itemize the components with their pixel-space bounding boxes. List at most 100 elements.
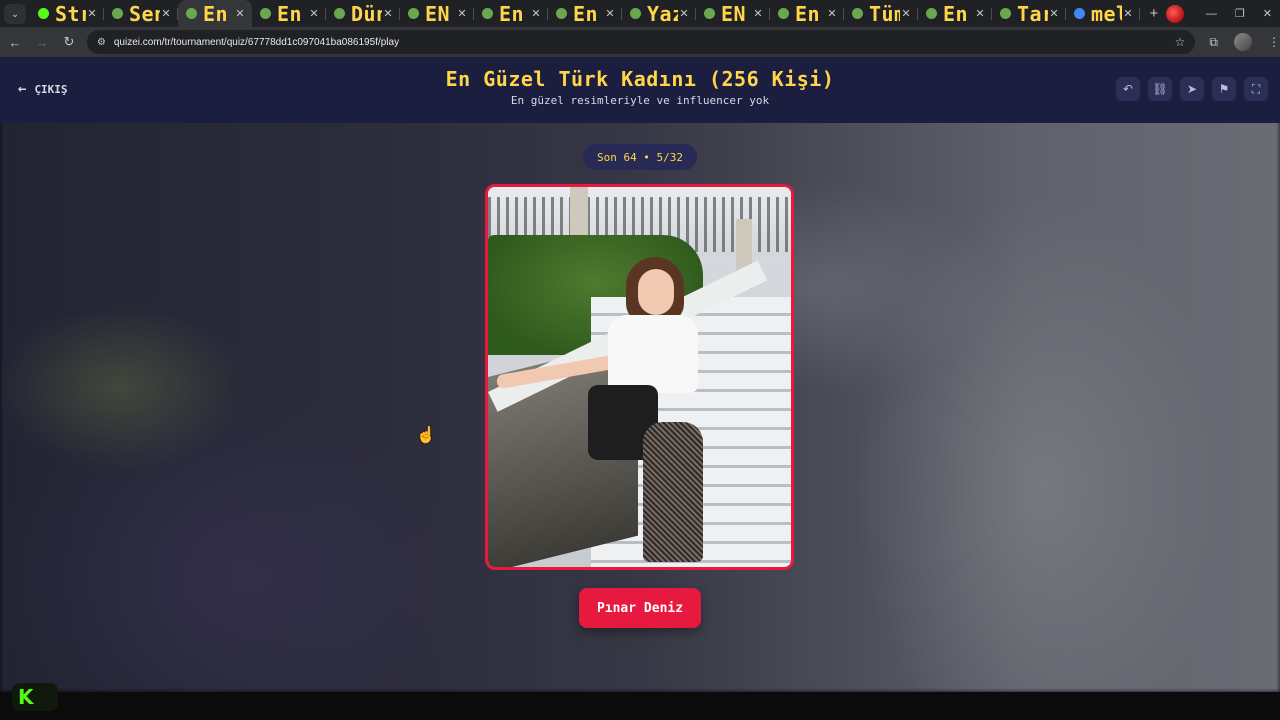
tab-title: En Güz xyxy=(202,1,234,26)
quiz-header: ← ÇIKIŞ En Güzel Türk Kadını (256 Kişi) … xyxy=(0,57,1280,123)
new-tab-button[interactable]: + xyxy=(1142,0,1166,27)
tab-title: Dünya xyxy=(350,1,382,26)
tab-favicon-icon xyxy=(925,8,937,19)
restore-icon[interactable]: ❐ xyxy=(1235,7,1245,20)
photo-person xyxy=(495,257,738,567)
tab-list: Stream✕Senin H✕En Güz✕En Güz✕Dünya✕EN GÜ… xyxy=(30,0,1140,27)
tab-close-icon[interactable]: ✕ xyxy=(86,7,98,20)
tab-favicon-icon xyxy=(629,8,641,19)
tab-close-icon[interactable]: ✕ xyxy=(752,7,764,20)
tab-close-icon[interactable]: ✕ xyxy=(678,7,690,20)
undo-icon[interactable]: ↶ xyxy=(1116,77,1140,101)
tab-close-icon[interactable]: ✕ xyxy=(1048,7,1060,20)
candidate-photo[interactable] xyxy=(485,184,794,570)
forward-button[interactable]: → xyxy=(30,30,54,54)
browser-tab[interactable]: En iyi T✕ xyxy=(770,0,844,27)
tab-close-icon[interactable]: ✕ xyxy=(456,7,468,20)
tab-separator xyxy=(1138,8,1140,20)
tab-favicon-icon xyxy=(407,8,419,19)
tab-favicon-icon xyxy=(185,8,197,19)
exit-button[interactable]: ← ÇIKIŞ xyxy=(18,81,68,97)
tab-title: Yaz His xyxy=(646,1,678,26)
url-text: quizei.com/tr/tournament/quiz/67778dd1c0… xyxy=(113,36,400,48)
tab-close-icon[interactable]: ✕ xyxy=(382,7,394,20)
browser-tab[interactable]: melis s✕ xyxy=(1066,0,1140,27)
reload-button[interactable]: ↻ xyxy=(57,30,81,54)
flag-icon[interactable]: ⚑ xyxy=(1212,77,1236,101)
tab-favicon-icon xyxy=(481,8,493,19)
browser-tab[interactable]: En İyi E✕ xyxy=(918,0,992,27)
exit-label: ÇIKIŞ xyxy=(34,82,68,96)
address-bar[interactable]: ⚙ quizei.com/tr/tournament/quiz/67778dd1… xyxy=(86,30,1196,54)
tab-title: En güz xyxy=(498,1,530,26)
tab-title: Senin H xyxy=(128,1,160,26)
hand-cursor-icon: ☝ xyxy=(416,427,436,444)
browser-tab[interactable]: Tarihin✕ xyxy=(992,0,1066,27)
browser-tab[interactable]: Dünya✕ xyxy=(326,0,400,27)
tab-favicon-icon xyxy=(777,8,789,19)
tab-title: Tüm Za xyxy=(868,1,900,26)
tab-favicon-icon xyxy=(851,8,863,19)
tab-favicon-icon xyxy=(259,8,271,19)
tab-favicon-icon xyxy=(555,8,567,19)
browser-tab[interactable]: Tüm Za✕ xyxy=(844,0,918,27)
tab-favicon-icon xyxy=(703,8,715,19)
tab-favicon-icon xyxy=(999,8,1011,19)
close-window-icon[interactable]: ✕ xyxy=(1263,7,1272,20)
minimize-icon[interactable]: — xyxy=(1206,8,1217,20)
quiz-subtitle: En güzel resimleriyle ve influencer yok xyxy=(510,94,770,107)
kick-logo-icon: K xyxy=(12,683,58,711)
tab-close-icon[interactable]: ✕ xyxy=(160,7,172,20)
browser-tab[interactable]: En Güz✕ xyxy=(177,0,252,27)
bookmark-star-icon[interactable]: ☆ xyxy=(1175,35,1186,49)
tab-close-icon[interactable]: ✕ xyxy=(1122,7,1134,20)
site-info-icon[interactable]: ⚙ xyxy=(97,37,106,48)
header-actions: ↶ ⛓ ➤ ⚑ ⛶ xyxy=(1116,77,1268,101)
tab-title: En iyi T xyxy=(794,1,826,26)
browser-tab[interactable]: Stream✕ xyxy=(30,0,104,27)
menu-kebab-icon[interactable]: ⋮ xyxy=(1268,35,1280,49)
tab-title: melis s xyxy=(1090,1,1122,26)
tab-close-icon[interactable]: ✕ xyxy=(530,7,542,20)
tab-title: En Güz xyxy=(276,1,308,26)
tab-title: EN İYİ xyxy=(720,1,752,26)
round-indicator: Son 64 • 5/32 xyxy=(583,144,697,170)
tab-close-icon[interactable]: ✕ xyxy=(604,7,616,20)
photo-legs xyxy=(643,422,703,562)
browser-tab-strip: ⌄ Stream✕Senin H✕En Güz✕En Güz✕Dünya✕EN … xyxy=(0,0,1280,27)
back-button[interactable]: ← xyxy=(3,30,27,54)
tab-close-icon[interactable]: ✕ xyxy=(974,7,986,20)
tab-favicon-icon xyxy=(37,8,49,19)
tab-close-icon[interactable]: ✕ xyxy=(900,7,912,20)
browser-tab[interactable]: Yaz His✕ xyxy=(622,0,696,27)
tab-favicon-icon xyxy=(333,8,345,19)
extensions-icon[interactable]: ⧉ xyxy=(1209,35,1218,50)
browser-tab[interactable]: EN İYİ✕ xyxy=(696,0,770,27)
page-content: ← ÇIKIŞ En Güzel Türk Kadını (256 Kişi) … xyxy=(0,57,1280,692)
tab-title: EN GÜ xyxy=(424,1,456,26)
browser-tab[interactable]: En Güz✕ xyxy=(252,0,326,27)
candidate-name-button[interactable]: Pınar Deniz xyxy=(579,588,701,628)
send-icon[interactable]: ➤ xyxy=(1180,77,1204,101)
tab-close-icon[interactable]: ✕ xyxy=(234,7,246,20)
arrow-left-icon: ← xyxy=(18,81,27,97)
browser-tab[interactable]: Senin H✕ xyxy=(104,0,178,27)
profile-avatar[interactable] xyxy=(1234,33,1252,51)
share-link-icon[interactable]: ⛓ xyxy=(1148,77,1172,101)
tab-close-icon[interactable]: ✕ xyxy=(308,7,320,20)
tab-close-icon[interactable]: ✕ xyxy=(826,7,838,20)
fullscreen-icon[interactable]: ⛶ xyxy=(1244,77,1268,101)
browser-tab[interactable]: En İyi V✕ xyxy=(548,0,622,27)
browser-tab[interactable]: EN GÜ✕ xyxy=(400,0,474,27)
tab-title: En İyi E xyxy=(942,1,974,26)
tab-favicon-icon xyxy=(111,8,123,19)
tab-search-button[interactable]: ⌄ xyxy=(4,4,26,24)
browser-tab[interactable]: En güz✕ xyxy=(474,0,548,27)
photo-shirt xyxy=(608,315,698,393)
extension-feather-icon[interactable] xyxy=(1165,4,1184,23)
tab-favicon-icon xyxy=(1073,8,1085,19)
tab-title: Tarihin xyxy=(1016,1,1048,26)
tab-title: En İyi V xyxy=(572,1,604,26)
tab-title: Stream xyxy=(54,1,86,26)
browser-toolbar: ← → ↻ ⚙ quizei.com/tr/tournament/quiz/67… xyxy=(0,27,1280,57)
